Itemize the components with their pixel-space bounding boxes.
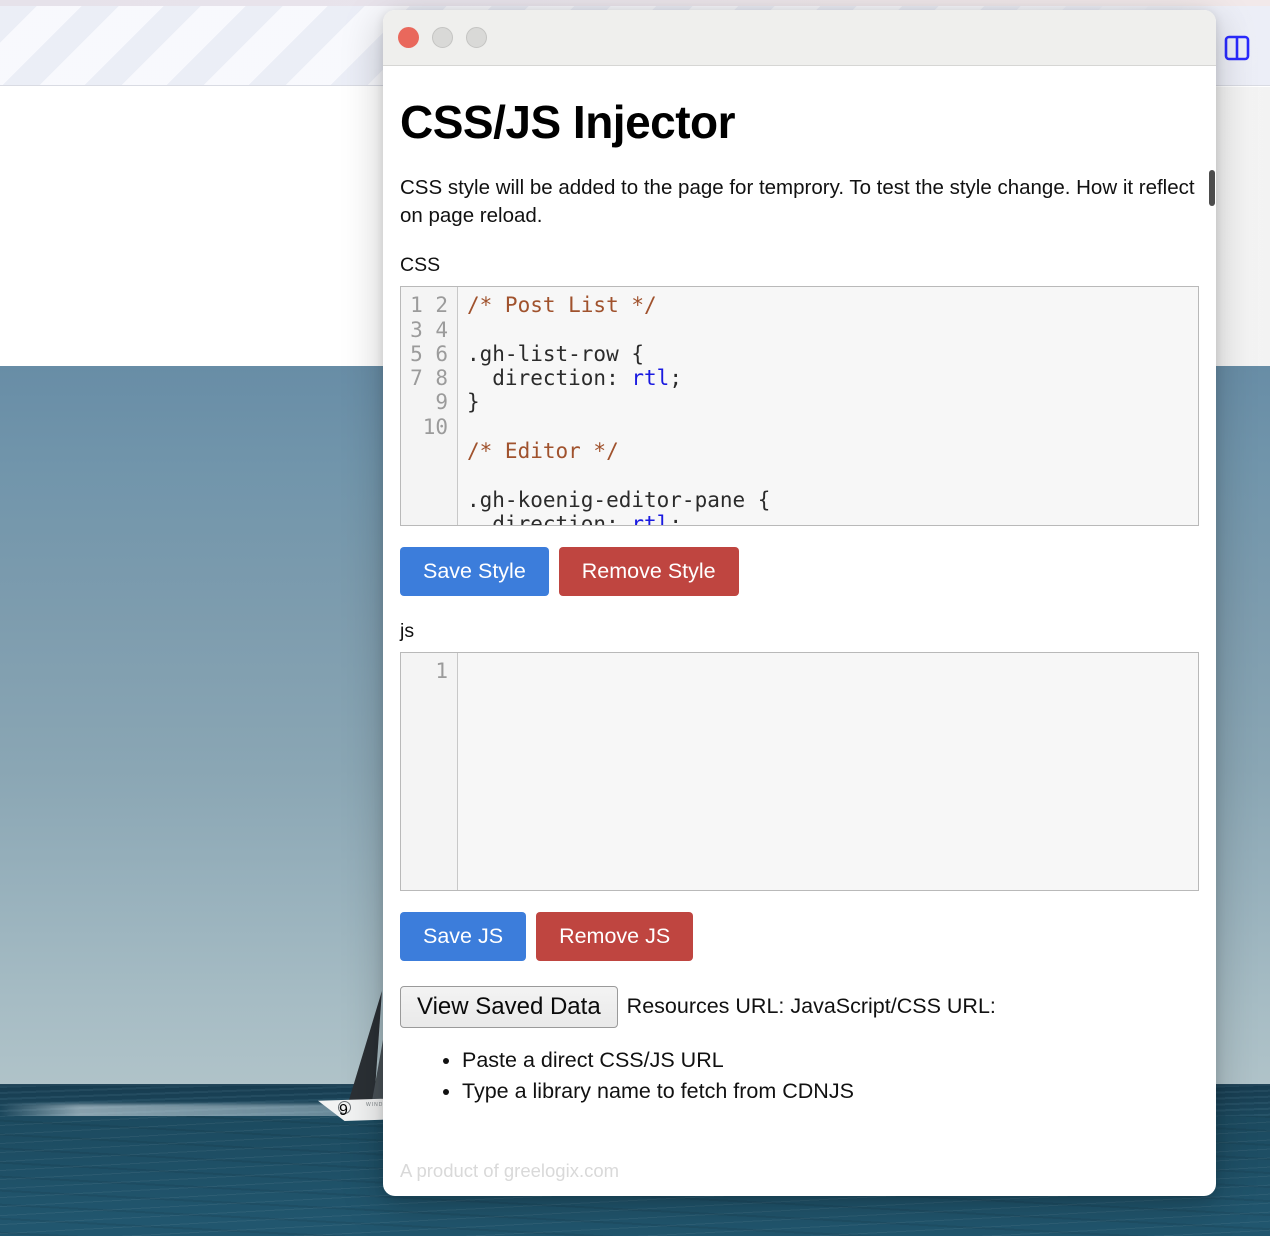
js-editor-code[interactable] bbox=[458, 653, 1198, 890]
sidebar-panel-toggle-icon[interactable] bbox=[1222, 34, 1252, 62]
close-button-icon[interactable] bbox=[398, 27, 419, 48]
minimize-button-icon[interactable] bbox=[432, 27, 453, 48]
save-style-button[interactable]: Save Style bbox=[400, 547, 549, 596]
page-title: CSS/JS Injector bbox=[400, 96, 736, 148]
list-item: Paste a direct CSS/JS URL bbox=[462, 1046, 1199, 1075]
js-field-label: js bbox=[400, 619, 415, 642]
dialog-titlebar[interactable] bbox=[383, 10, 1216, 66]
footer-credit: A product of greelogix.com bbox=[400, 1160, 620, 1181]
resources-hint-list: Paste a direct CSS/JS URL Type a library… bbox=[400, 1046, 1199, 1106]
js-code-editor[interactable]: 1 bbox=[400, 651, 1199, 891]
css-code-editor[interactable]: 1 2 3 4 5 6 7 8 9 10 /* Post List */ .gh… bbox=[400, 286, 1199, 527]
css-editor-code[interactable]: /* Post List */ .gh-list-row { direction… bbox=[458, 287, 1198, 525]
zoom-button-icon[interactable] bbox=[466, 27, 487, 48]
css-button-row: Save Style Remove Style bbox=[400, 547, 1199, 596]
view-saved-data-button[interactable]: View Saved Data bbox=[400, 985, 618, 1028]
dialog-body: CSS/JS Injector CSS style will be added … bbox=[383, 66, 1216, 1196]
css-js-injector-dialog: CSS/JS Injector CSS style will be added … bbox=[383, 10, 1216, 1196]
resources-url-label: Resources URL: JavaScript/CSS URL: bbox=[626, 994, 996, 1019]
css-editor-gutter: 1 2 3 4 5 6 7 8 9 10 bbox=[401, 287, 458, 526]
page-description: CSS style will be added to the page for … bbox=[400, 175, 1195, 227]
dialog-scrollbar-thumb[interactable] bbox=[1209, 170, 1215, 206]
save-js-button[interactable]: Save JS bbox=[400, 911, 527, 961]
js-editor-gutter: 1 bbox=[401, 652, 458, 890]
remove-style-button[interactable]: Remove Style bbox=[558, 547, 739, 596]
css-field-label: CSS bbox=[400, 254, 441, 277]
sail-number-badge: 9 bbox=[338, 1101, 351, 1119]
list-item: Type a library name to fetch from CDNJS bbox=[462, 1077, 1199, 1106]
remove-js-button[interactable]: Remove JS bbox=[536, 911, 694, 961]
resources-row: View Saved Data Resources URL: JavaScrip… bbox=[400, 985, 1199, 1028]
js-button-row: Save JS Remove JS bbox=[400, 911, 1199, 961]
